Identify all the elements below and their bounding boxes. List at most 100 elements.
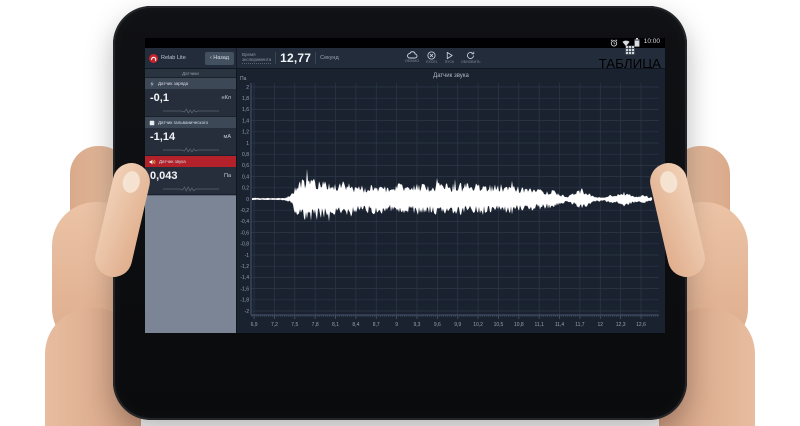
sensor-unit: мА — [224, 134, 231, 140]
svg-text:0,8: 0,8 — [242, 152, 249, 158]
experiment-time-label: Время эксперимента — [242, 52, 271, 64]
toolbar-actions: ОБЛАКО EXCEL ПУСК — [405, 51, 481, 65]
svg-text:1,6: 1,6 — [242, 107, 249, 113]
galvanic-sensor-icon — [149, 120, 155, 126]
app-header-bar: Relab Lite ‹ Назад Время эксперимента 12… — [145, 48, 665, 69]
sensor-unit: нКл — [222, 95, 231, 101]
sensor-card-header: Датчик гальванического — [145, 117, 236, 128]
sensor-sidebar: Датчики Датчик заряда -0,1 нКл — [145, 69, 237, 333]
sensor-value: -0,1 — [150, 92, 169, 104]
refresh-button[interactable]: ОБНОВИТЬ — [461, 51, 481, 65]
android-status-bar: 10:00 — [145, 38, 665, 48]
sensor-sparkline — [145, 184, 236, 194]
svg-text:1: 1 — [246, 141, 249, 147]
svg-text:-0,8: -0,8 — [240, 242, 249, 248]
svg-text:0: 0 — [246, 197, 249, 203]
svg-text:0,6: 0,6 — [242, 163, 249, 169]
sensor-value-row: 0,043 Па — [145, 167, 236, 184]
excel-icon — [427, 51, 436, 60]
svg-text:1,4: 1,4 — [242, 118, 249, 124]
svg-text:9,3: 9,3 — [414, 322, 421, 328]
sensor-name: Датчик заряда — [158, 81, 188, 86]
sensor-card-galvanic[interactable]: Датчик гальванического -1,14 мА — [145, 117, 236, 156]
sensor-value-row: -0,1 нКл — [145, 89, 236, 106]
sensor-value: 0,043 — [150, 170, 178, 182]
svg-text:10,5: 10,5 — [494, 322, 504, 328]
svg-text:-1,8: -1,8 — [240, 298, 249, 304]
sensor-card-header: Датчик заряда — [145, 78, 236, 89]
svg-text:6,9: 6,9 — [251, 322, 258, 328]
table-grid-icon — [625, 45, 635, 55]
svg-text:11,7: 11,7 — [575, 322, 585, 328]
brand-zone: Relab Lite ‹ Назад — [145, 48, 237, 68]
svg-text:-1,2: -1,2 — [240, 264, 249, 270]
cloud-button[interactable]: ОБЛАКО — [405, 51, 419, 65]
chart-y-axis-label: Па — [240, 76, 246, 82]
svg-text:12: 12 — [597, 322, 603, 328]
svg-text:9: 9 — [395, 322, 398, 328]
sensor-value: -1,14 — [150, 131, 175, 143]
svg-text:9,9: 9,9 — [454, 322, 461, 328]
chart-title: Датчик звука — [237, 73, 665, 79]
svg-text:1,8: 1,8 — [242, 96, 249, 102]
tablet-screen: 10:00 Relab Lite ‹ Назад Время экспериме… — [145, 38, 665, 333]
cloud-icon — [407, 51, 418, 59]
tablet-device: 10:00 Relab Lite ‹ Назад Время экспериме… — [113, 6, 687, 420]
experiment-time-value: 12,77 — [280, 51, 311, 65]
svg-text:10,2: 10,2 — [473, 322, 483, 328]
sensor-unit: Па — [224, 173, 231, 179]
sensor-value-row: -1,14 мА — [145, 128, 236, 145]
back-button[interactable]: ‹ Назад — [205, 52, 234, 65]
svg-text:8,1: 8,1 — [332, 322, 339, 328]
svg-text:0,4: 0,4 — [242, 174, 249, 180]
sensor-sparkline — [145, 106, 236, 116]
sensor-sparkline — [145, 145, 236, 155]
main-content: Датчики Датчик заряда -0,1 нКл — [145, 69, 665, 333]
charge-sensor-icon — [149, 81, 155, 87]
play-icon — [445, 51, 454, 60]
svg-text:2: 2 — [246, 85, 249, 91]
sensor-card-charge[interactable]: Датчик заряда -0,1 нКл — [145, 78, 236, 117]
svg-text:7,5: 7,5 — [291, 322, 298, 328]
sidebar-empty-panel — [145, 195, 236, 333]
app-title: Relab Lite — [161, 55, 186, 61]
svg-text:12,3: 12,3 — [616, 322, 626, 328]
divider — [315, 52, 316, 64]
sound-chart[interactable]: 21,81,61,41,210,80,60,40,20-0,2-0,4-0,6-… — [237, 69, 665, 333]
sidebar-title: Датчики — [145, 69, 236, 78]
sound-chart-svg[interactable]: 21,81,61,41,210,80,60,40,20-0,2-0,4-0,6-… — [237, 69, 665, 333]
svg-text:-1: -1 — [245, 253, 250, 259]
table-view-button[interactable]: ТАБЛИЦА — [599, 45, 661, 71]
svg-text:-0,4: -0,4 — [240, 219, 249, 225]
svg-text:-1,6: -1,6 — [240, 286, 249, 292]
svg-text:10,8: 10,8 — [514, 322, 524, 328]
sensor-name: Датчик гальванического — [158, 120, 208, 125]
sensor-name: Датчик звука — [159, 159, 186, 164]
right-thumb-nail — [658, 169, 680, 194]
svg-text:11,4: 11,4 — [555, 322, 565, 328]
svg-text:7,8: 7,8 — [312, 322, 319, 328]
refresh-icon — [466, 51, 475, 60]
svg-text:9,6: 9,6 — [434, 322, 441, 328]
sensor-card-sound[interactable]: Датчик звука 0,043 Па — [145, 156, 236, 195]
svg-text:-1,4: -1,4 — [240, 275, 249, 281]
experiment-time-unit: Секунд — [320, 55, 339, 61]
svg-text:-0,2: -0,2 — [240, 208, 249, 214]
svg-text:-0,6: -0,6 — [240, 230, 249, 236]
svg-text:11,1: 11,1 — [534, 322, 544, 328]
start-button[interactable]: ПУСК — [445, 51, 454, 65]
svg-text:-2: -2 — [245, 309, 250, 315]
excel-export-button[interactable]: EXCEL — [426, 51, 437, 65]
sound-sensor-icon — [149, 159, 156, 165]
svg-text:1,2: 1,2 — [242, 130, 249, 136]
svg-text:7,2: 7,2 — [271, 322, 278, 328]
svg-text:0,2: 0,2 — [242, 186, 249, 192]
divider — [275, 52, 276, 64]
experiment-time-block: Время эксперимента 12,77 Секунд — [237, 48, 344, 68]
photo-stage: 10:00 Relab Lite ‹ Назад Время экспериме… — [0, 0, 800, 426]
relab-logo-icon — [149, 54, 158, 63]
svg-text:12,6: 12,6 — [636, 322, 646, 328]
left-thumb-nail — [121, 169, 143, 194]
svg-text:8,7: 8,7 — [373, 322, 380, 328]
sensor-card-header-selected: Датчик звука — [145, 156, 236, 167]
